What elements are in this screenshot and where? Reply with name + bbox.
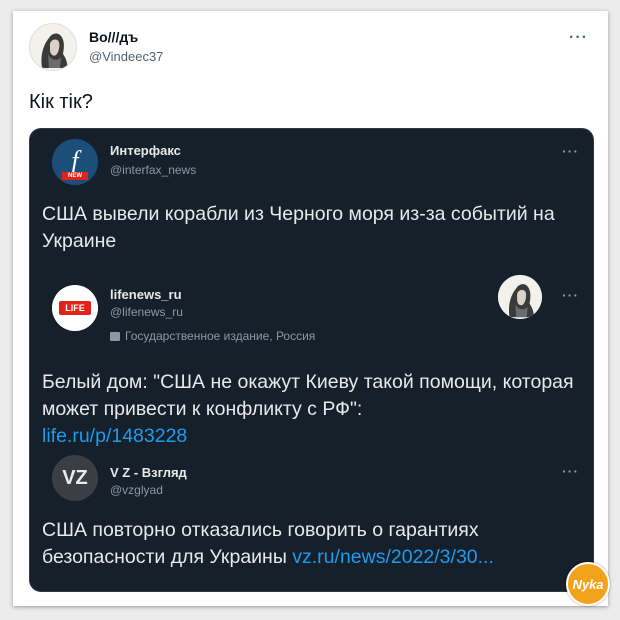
tweet-link[interactable]: vz.ru/news/2022/3/30... [292, 546, 494, 568]
more-options-icon[interactable]: ··· [562, 287, 579, 303]
tweet-text: Белый дом: "США не окажут Киеву такой по… [42, 369, 577, 450]
avatar-badge: NEW [68, 173, 82, 179]
display-name[interactable]: lifenews_ru [110, 287, 182, 302]
display-name[interactable]: V Z - Взгляд [110, 465, 187, 480]
user-handle[interactable]: @lifenews_ru [110, 305, 183, 319]
flag-icon [110, 332, 120, 341]
tweet-text: Кік тік? [29, 91, 93, 113]
tweet-link[interactable]: life.ru/p/1483228 [42, 425, 187, 447]
display-name[interactable]: Bo///дъ [89, 29, 138, 45]
avatar-text: LIFE [65, 303, 85, 313]
state-media-label: Государственное издание, Россия [110, 329, 315, 343]
tweet-text: США вывели корабли из Черного моря из-за… [42, 203, 555, 252]
user-avatar[interactable] [29, 23, 77, 71]
reply-avatar[interactable] [498, 275, 542, 319]
more-options-icon[interactable]: ··· [562, 463, 579, 479]
tweet-text-body: Белый дом: "США не окажут Киеву такой по… [42, 371, 574, 420]
tweet-card: Bo///дъ @Vindeec37 ··· Кік тік? f NEW Ин… [13, 11, 608, 606]
lifenews-avatar[interactable]: LIFE [52, 285, 98, 331]
quoted-screenshot: f NEW Интерфакс @interfax_news ··· США в… [29, 128, 594, 592]
tweet-header: Bo///дъ @Vindeec37 ··· [29, 23, 592, 73]
user-handle[interactable]: @Vindeec37 [89, 49, 163, 64]
avatar-text: VZ [62, 467, 88, 489]
tweet-text: США повторно отказались говорить о гаран… [42, 517, 577, 571]
vz-avatar[interactable]: VZ [52, 455, 98, 501]
watermark-logo: Nyka [566, 562, 610, 606]
user-handle[interactable]: @vzglyad [110, 483, 163, 497]
state-media-text: Государственное издание, Россия [125, 329, 316, 343]
user-handle[interactable]: @interfax_news [110, 163, 196, 177]
more-options-icon[interactable]: ··· [569, 29, 588, 47]
display-name[interactable]: Интерфакс [110, 143, 181, 158]
more-options-icon[interactable]: ··· [562, 143, 579, 159]
interfax-avatar[interactable]: f NEW [52, 139, 98, 185]
